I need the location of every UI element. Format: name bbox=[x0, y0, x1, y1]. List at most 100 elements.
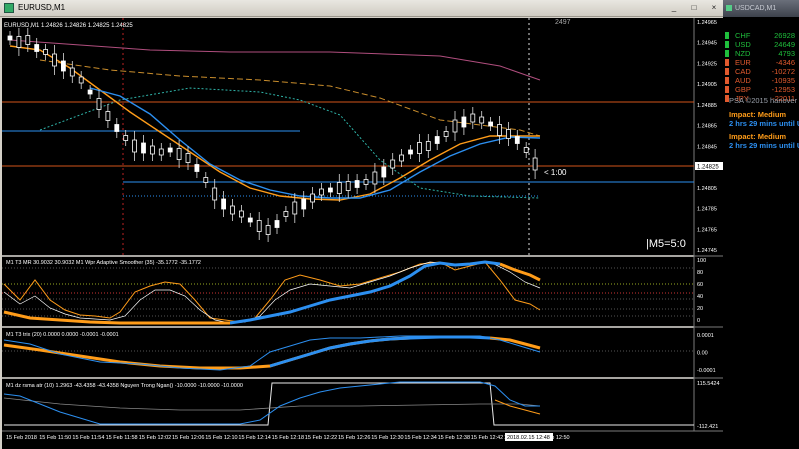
pane2-tick: 0.00 bbox=[697, 351, 708, 357]
pane3-tick: 115.5424 bbox=[697, 381, 720, 387]
news-impact-2: Impact: Medium bbox=[729, 132, 787, 141]
chart-title: EURUSD,M1 1.24826 1.24826 1.24825 1.2482… bbox=[4, 23, 133, 29]
time-tick: 15 Feb 12:30 bbox=[371, 435, 403, 441]
price-tick: 1.24745 bbox=[697, 248, 717, 254]
candle-body bbox=[497, 124, 502, 136]
window-titlebar[interactable]: EURUSD,M1 _ □ × bbox=[0, 0, 723, 17]
price-tick: 1.24785 bbox=[697, 207, 717, 213]
time-tick: 15 Feb 12:26 bbox=[338, 435, 370, 441]
price-tick: 1.24905 bbox=[697, 82, 717, 88]
candle-body bbox=[274, 220, 280, 228]
price-tick: 1.24945 bbox=[697, 41, 717, 47]
candle-body bbox=[301, 198, 307, 210]
candle-body bbox=[52, 53, 57, 67]
candle-body bbox=[327, 187, 333, 193]
pane2-tick: -0.0001 bbox=[697, 368, 716, 374]
candle-body bbox=[265, 225, 271, 235]
currency-strength-panel: USDCAD,M1 CHF 26928 USD 24649 NZD 4793 EUR -434… bbox=[723, 0, 799, 449]
candle-body bbox=[514, 136, 520, 144]
candle-body bbox=[158, 148, 164, 156]
ask-label: 2497 bbox=[555, 19, 571, 26]
chart-canvas[interactable]: EURUSD,M1 1.24826 1.24826 1.24825 1.2482… bbox=[0, 17, 723, 449]
time-tick: 15 Feb 12:06 bbox=[172, 435, 204, 441]
price-tick: 1.24965 bbox=[697, 20, 717, 26]
news-until-2: 2 hrs 29 mins until USD bbox=[729, 141, 799, 150]
candle-body bbox=[461, 116, 467, 128]
currency-value: 26928 bbox=[774, 31, 795, 40]
candle-body bbox=[123, 135, 129, 141]
candle-body bbox=[194, 164, 200, 172]
candle-body bbox=[390, 159, 396, 169]
candle-body bbox=[176, 148, 182, 160]
usdcad-tab[interactable]: USDCAD,M1 bbox=[723, 0, 799, 17]
candle-body bbox=[408, 149, 413, 155]
pane1-tick: 40 bbox=[697, 294, 703, 300]
candle-body bbox=[532, 157, 538, 171]
time-axis-labels: 15 Feb 2018 15 Feb 11:50 15 Feb 11:54 15 Fe… bbox=[6, 435, 570, 441]
pane1-tick: 0 bbox=[697, 318, 700, 324]
candle-body bbox=[132, 139, 138, 153]
candle-body bbox=[149, 145, 155, 155]
time-tick: 15 Feb 2018 bbox=[6, 435, 37, 441]
candle-body bbox=[416, 142, 422, 154]
pane3-tick: -112.421 bbox=[697, 424, 718, 430]
candle-body bbox=[479, 116, 485, 124]
candle-body bbox=[354, 180, 360, 188]
price-tick: 1.24885 bbox=[697, 103, 717, 109]
candle-body bbox=[381, 166, 387, 178]
currency-bar bbox=[725, 77, 729, 84]
pane1-tick: 80 bbox=[697, 270, 703, 276]
time-tick: 15 Feb 12:38 bbox=[438, 435, 470, 441]
price-tick: 1.24805 bbox=[697, 186, 717, 192]
candle-body bbox=[425, 141, 431, 151]
currency-name: CHF bbox=[735, 31, 751, 40]
currency-name: NZD bbox=[735, 49, 751, 58]
time-tick: 15 Feb 12:14 bbox=[238, 435, 270, 441]
currency-name: CAD bbox=[735, 67, 751, 76]
currency-row: USD 24649 bbox=[723, 40, 799, 49]
mt4-chart-window: EURUSD,M1 _ □ × EURUSD,M1 1.24826 1.2482… bbox=[0, 0, 723, 449]
candle-body bbox=[336, 182, 342, 194]
candle-body bbox=[434, 136, 440, 144]
pane1-tick: 20 bbox=[697, 306, 703, 312]
candle-body bbox=[203, 177, 209, 183]
news-until-1: 2 hrs 29 mins until USD bbox=[729, 119, 799, 128]
candle-body bbox=[292, 201, 298, 215]
currency-bar bbox=[725, 86, 729, 93]
candle-body bbox=[256, 220, 262, 232]
candle-body bbox=[221, 198, 227, 210]
currency-value: 24649 bbox=[774, 40, 795, 49]
candle-body bbox=[114, 124, 120, 132]
price-tick: 1.24865 bbox=[697, 124, 717, 130]
currency-row: CHF 26928 bbox=[723, 31, 799, 40]
currency-bar bbox=[725, 41, 729, 48]
candle-body bbox=[372, 171, 378, 185]
candle-body bbox=[399, 154, 405, 162]
currency-row: AUD -10935 bbox=[723, 76, 799, 85]
pane1-tick: 100 bbox=[697, 258, 706, 264]
currency-value: 4793 bbox=[778, 49, 795, 58]
maximize-icon[interactable]: □ bbox=[689, 3, 699, 12]
currency-row: NZD 4793 bbox=[723, 49, 799, 58]
candle-body bbox=[470, 113, 476, 123]
currency-value: -12953 bbox=[771, 85, 795, 94]
time-tick: 15 Feb 11:58 bbox=[106, 435, 138, 441]
minimize-icon[interactable]: _ bbox=[669, 3, 679, 12]
price-tick: 1.24845 bbox=[697, 144, 717, 150]
pane2-title: M1 T3 trix (20) 0.0000 0.0000 -0.0001 -0… bbox=[6, 332, 119, 338]
time-tick: 15 Feb 12:34 bbox=[404, 435, 436, 441]
price-pane[interactable] bbox=[2, 18, 694, 255]
currency-name: AUD bbox=[735, 76, 751, 85]
candle-body bbox=[61, 60, 66, 72]
price-tick: 1.24765 bbox=[697, 227, 717, 233]
bar-timer: < 1:00 bbox=[544, 168, 567, 177]
time-tick: 15 Feb 12:18 bbox=[272, 435, 304, 441]
candle-body bbox=[488, 121, 494, 127]
candle-body bbox=[452, 119, 458, 133]
current-price-label: 1.24825 bbox=[697, 165, 719, 171]
candle-body bbox=[16, 36, 22, 48]
candle-body bbox=[96, 98, 102, 110]
close-icon[interactable]: × bbox=[709, 3, 719, 12]
candle-body bbox=[141, 142, 146, 154]
candle-body bbox=[69, 67, 75, 77]
